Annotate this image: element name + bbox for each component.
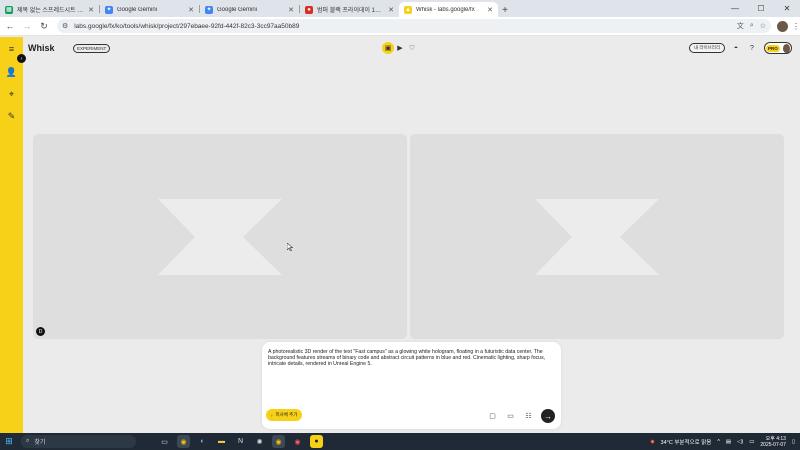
subject-icon[interactable]: 👤 [5, 66, 18, 79]
volume-icon[interactable]: ◁) [737, 439, 743, 445]
tab-close-icon[interactable]: ✕ [487, 6, 493, 14]
close-window-icon[interactable]: ✕ [774, 0, 800, 17]
clock[interactable]: 오후 4:13 2025-07-07 [760, 436, 786, 448]
favorites-heart-icon[interactable]: ♡ [406, 42, 418, 54]
tab-title: Google Gemini [117, 6, 158, 13]
help-icon[interactable]: ? [747, 43, 757, 53]
weather-text[interactable]: 34°C 부분적으로 맑음 [661, 438, 712, 446]
whisk-icon: ▲ [404, 5, 412, 14]
site-info-icon[interactable]: ⚙ [62, 22, 68, 30]
back-icon[interactable]: ← [3, 19, 17, 33]
image-upload-icon[interactable]: ▭ [506, 411, 515, 420]
add-subject-button[interactable]: › 피사체 추가 [266, 409, 303, 421]
aspect-ratio-icon[interactable]: ▢ [488, 411, 497, 420]
tab-title: 제목 없는 스프레드시트 - Go... [17, 8, 84, 14]
notifications-icon[interactable]: ▯ [792, 439, 795, 445]
chrome-icon[interactable]: ◉ [177, 435, 190, 448]
zoom-icon[interactable]: ⌕ [750, 22, 754, 30]
tab-close-icon[interactable]: ✕ [88, 6, 94, 14]
pro-badge: PRO [766, 44, 780, 52]
bookmark-star-icon[interactable]: ☆ [760, 22, 766, 30]
taskbar-search[interactable]: ⌕ 찾기 [21, 435, 136, 448]
tray-chevron-icon[interactable]: ^ [717, 439, 720, 445]
window-controls: — ☐ ✕ [722, 0, 800, 17]
side-rail: ≡ 👤 ⌖ ✎ [0, 37, 23, 433]
browser-tab[interactable]: ● 범퍼 블랙 프라이데이 1+1 무... ✕ [300, 2, 399, 17]
image-result-2[interactable] [410, 134, 784, 339]
app-red-icon[interactable]: ◉ [291, 435, 304, 448]
profile-avatar[interactable] [777, 20, 788, 32]
windows-start-icon[interactable]: ⊞ [0, 433, 18, 450]
tab-title: 범퍼 블랙 프라이데이 1+1 무... [317, 8, 384, 14]
browser-tab[interactable]: ▲ Whisk - labs.google/fx ✕ [399, 2, 498, 17]
browser-menu-icon[interactable]: ⋮ [792, 22, 800, 31]
browser-tab[interactable]: ✦ Google Gemini ✕ [200, 2, 299, 17]
search-icon: ⌕ [26, 438, 30, 444]
prompt-textarea[interactable]: A photorealistic 3D render of the text "… [268, 349, 553, 367]
address-bar-row: ← → ↻ ⚙ labs.google/fx/ko/tools/whisk/pr… [0, 17, 800, 36]
app-logo[interactable]: Whisk [28, 43, 55, 53]
clock-date: 2025-07-07 [760, 441, 786, 448]
file-explorer-icon[interactable]: ▬ [215, 435, 228, 448]
submit-arrow-button[interactable]: → [541, 409, 555, 423]
new-tab-button[interactable]: + [498, 3, 512, 17]
add-subject-label: 피사체 추가 [275, 412, 298, 417]
prompt-card: A photorealistic 3D render of the text "… [262, 342, 561, 429]
minimize-icon[interactable]: — [722, 0, 748, 17]
translate-icon[interactable]: 文 [737, 21, 744, 31]
browser-tab[interactable]: ▦ 제목 없는 스프레드시트 - Go... ✕ [0, 2, 99, 17]
shop-icon: ● [305, 5, 313, 14]
chevron-right-icon: › [271, 412, 273, 418]
tab-title: Whisk - labs.google/fx [416, 6, 475, 13]
browser-tab[interactable]: ✦ Google Gemini ✕ [100, 2, 199, 17]
image-result-1[interactable]: D [33, 134, 407, 339]
maximize-icon[interactable]: ☐ [748, 0, 774, 17]
network-icon[interactable]: ▤ [726, 439, 731, 445]
menu-icon[interactable]: ≡ [5, 42, 18, 55]
account-pill[interactable]: PRO [764, 42, 792, 54]
sheets-icon: ▦ [5, 5, 13, 14]
browser-tab-strip: ▦ 제목 없는 스프레드시트 - Go... ✕ ✦ Google Gemini ✕ ✦ Go… [0, 0, 800, 17]
chrome-profile-icon[interactable]: ◉ [272, 435, 285, 448]
url-text: labs.google/fx/ko/tools/whisk/project/29… [74, 22, 300, 30]
style-icon[interactable]: ✎ [5, 110, 18, 123]
taskbar-apps: ▭ ◉ ◐ ▬ N ✺ ◉ ◉ ● [158, 435, 323, 448]
tab-close-icon[interactable]: ✕ [188, 6, 194, 14]
battery-icon[interactable]: ▭ [749, 439, 754, 445]
weather-icon: ◆ [650, 438, 655, 445]
task-view-icon[interactable]: ▭ [158, 435, 171, 448]
tab-close-icon[interactable]: ✕ [288, 6, 294, 14]
gemini-icon: ✦ [205, 5, 213, 14]
copilot-icon[interactable]: ◐ [196, 435, 209, 448]
reload-icon[interactable]: ↻ [37, 19, 51, 33]
mouse-cursor-icon [287, 243, 293, 251]
image-placeholder-icon [158, 198, 282, 275]
image-mode-icon[interactable]: ▣ [382, 42, 394, 54]
image-placeholder-icon [535, 198, 659, 275]
experiment-badge: EXPERIMENT [73, 44, 111, 53]
gemini-icon: ✦ [105, 5, 113, 14]
forward-icon[interactable]: → [20, 19, 34, 33]
app-header: Whisk EXPERIMENT ▣ ▶ ♡ 내 라이브러리 ◓ ? PRO [23, 37, 800, 59]
settings-sliders-icon[interactable]: ☷ [524, 411, 533, 420]
tab-title: Google Gemini [217, 6, 258, 13]
system-tray: ◆ 34°C 부분적으로 맑음 ^ ▤ ◁) ▭ 오후 4:13 2025-07… [650, 433, 795, 450]
taskbar: ⊞ ⌕ 찾기 ▭ ◉ ◐ ▬ N ✺ ◉ ◉ ● ◆ 34°C 부분적으로 맑음… [0, 433, 800, 450]
panel-info-icon[interactable]: D [36, 327, 45, 336]
video-mode-icon[interactable]: ▶ [394, 42, 406, 54]
user-avatar [782, 43, 790, 53]
omnibox[interactable]: ⚙ labs.google/fx/ko/tools/whisk/project/… [56, 19, 772, 33]
kakaotalk-icon[interactable]: ● [310, 435, 323, 448]
notion-icon[interactable]: N [234, 435, 247, 448]
scene-icon[interactable]: ⌖ [5, 88, 18, 101]
discord-icon[interactable]: ◓ [731, 43, 741, 53]
library-button[interactable]: 내 라이브러리 [689, 43, 726, 53]
chatgpt-icon[interactable]: ✺ [253, 435, 266, 448]
search-placeholder: 찾기 [34, 440, 46, 446]
tab-close-icon[interactable]: ✕ [388, 6, 394, 14]
